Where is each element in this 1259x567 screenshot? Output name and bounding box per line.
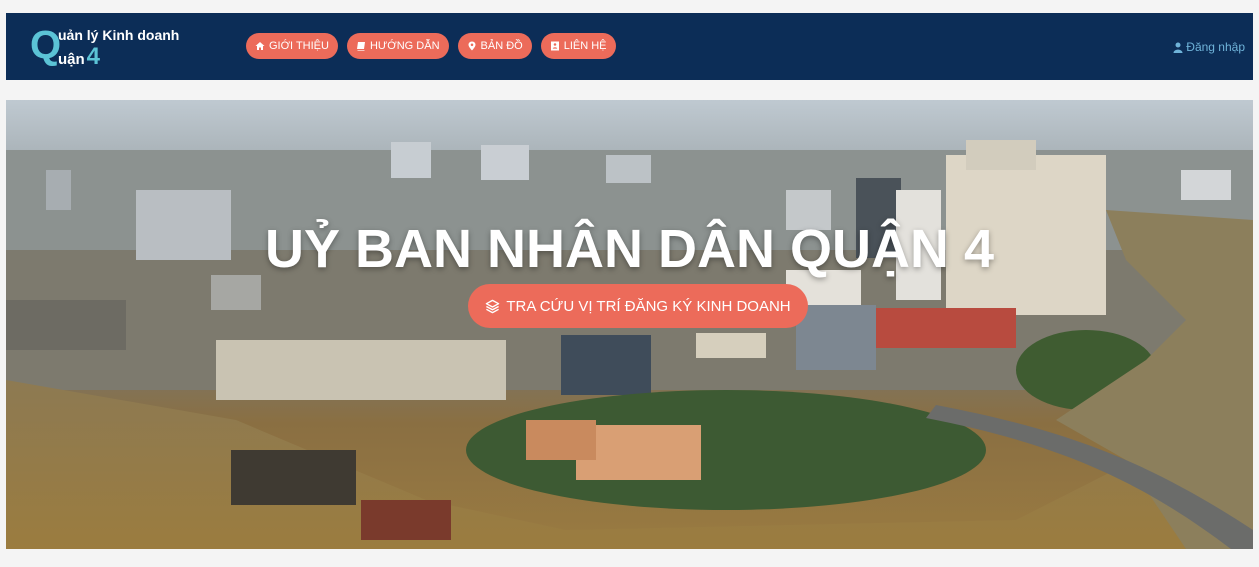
login-link[interactable]: Đăng nhập	[1173, 40, 1245, 54]
map-marker-icon	[468, 41, 476, 51]
site-logo[interactable]: Q uản lý Kinh doanh uận4	[30, 23, 200, 71]
logo-big-letter: Q	[30, 23, 62, 67]
main-menu: GIỚI THIỆU HƯỚNG DẪN BẢN ĐỒ LIÊN HỆ	[246, 33, 616, 59]
logo-line2-text: uận	[58, 51, 85, 68]
nav-huong-dan-button[interactable]: HƯỚNG DẪN	[346, 33, 449, 59]
cta-label: TRA CỨU VỊ TRÍ ĐĂNG KÝ KINH DOANH	[506, 297, 791, 315]
layers-icon	[486, 299, 500, 313]
nav-lien-he-button[interactable]: LIÊN HỆ	[540, 33, 616, 59]
logo-line2: uận4	[58, 43, 100, 71]
search-business-location-button[interactable]: TRA CỨU VỊ TRÍ ĐĂNG KÝ KINH DOANH	[468, 284, 808, 328]
logo-line1: uản lý Kinh doanh	[58, 27, 180, 43]
nav-lien-he-label: LIÊN HỆ	[563, 40, 607, 52]
home-icon	[255, 42, 265, 50]
top-navbar: Q uản lý Kinh doanh uận4 GIỚI THIỆU HƯỚN…	[6, 13, 1253, 80]
hero-title: UỶ BAN NHÂN DÂN QUẬN 4	[264, 219, 995, 279]
nav-ban-do-button[interactable]: BẢN ĐỒ	[457, 33, 532, 59]
logo-number: 4	[86, 43, 101, 70]
contact-card-icon	[550, 41, 559, 51]
nav-huong-dan-label: HƯỚNG DẪN	[369, 40, 440, 52]
nav-ban-do-label: BẢN ĐỒ	[480, 40, 523, 52]
nav-gioi-thieu-button[interactable]: GIỚI THIỆU	[246, 33, 338, 59]
book-icon	[356, 42, 365, 51]
user-icon	[1173, 42, 1183, 53]
login-label: Đăng nhập	[1186, 40, 1245, 54]
hero-banner: UỶ BAN NHÂN DÂN QUẬN 4 TRA CỨU VỊ TRÍ ĐĂ…	[6, 100, 1253, 549]
nav-gioi-thieu-label: GIỚI THIỆU	[269, 40, 329, 52]
